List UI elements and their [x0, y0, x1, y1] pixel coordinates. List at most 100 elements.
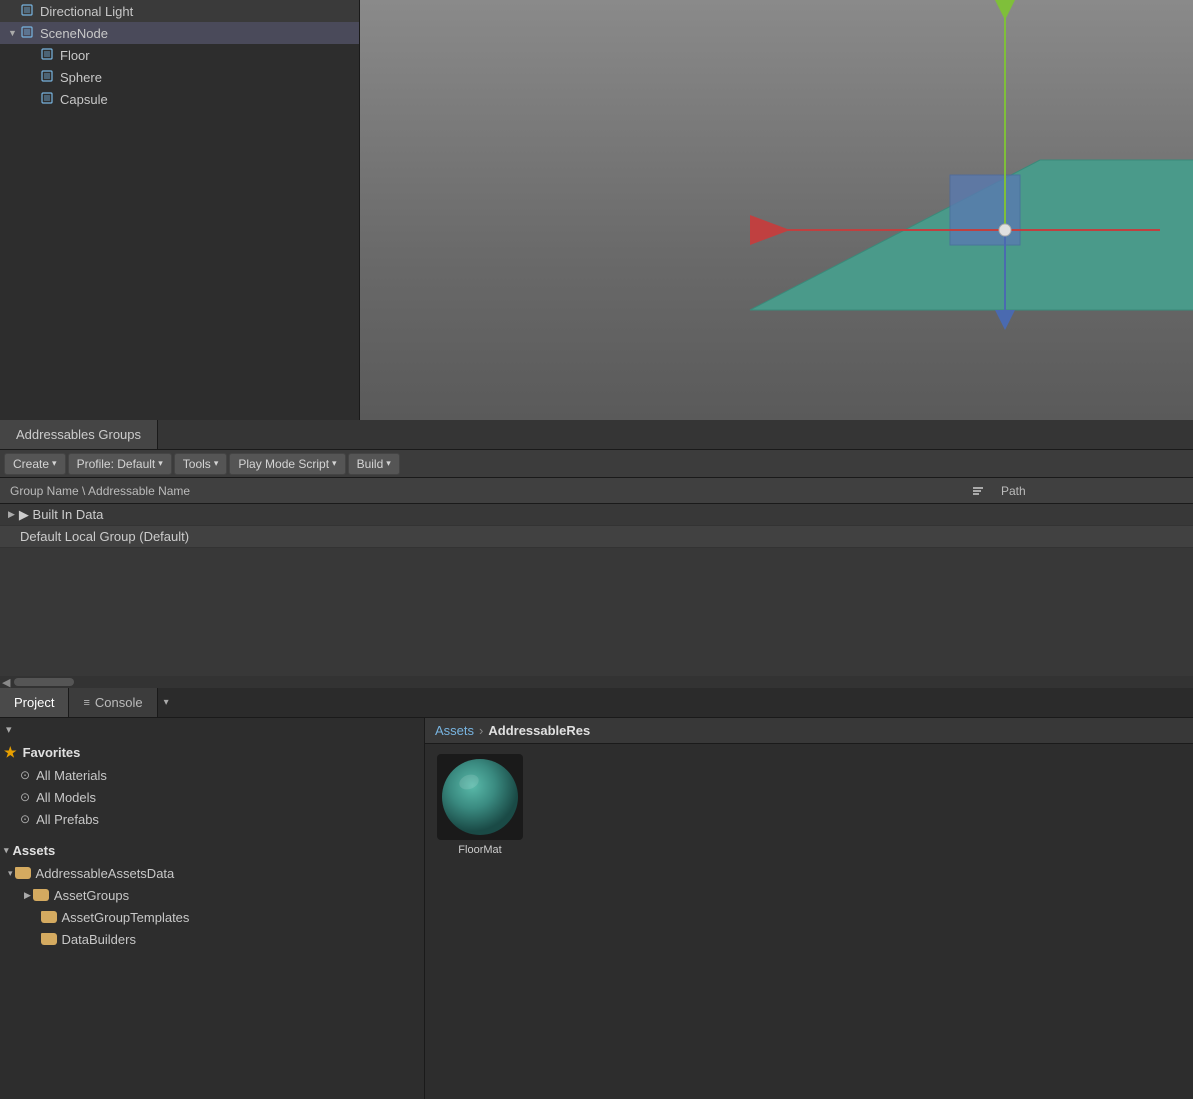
folder-icon-groups: [33, 889, 49, 901]
horizontal-scrollbar[interactable]: ◀: [0, 676, 1193, 688]
profile-arrow-icon: ▾: [158, 458, 163, 469]
hierarchy-panel: Directional Light ▼ SceneNode Floor: [0, 0, 360, 420]
cube-icon-4: [40, 69, 56, 85]
addressable-assets-data-label: AddressableAssetsData: [36, 866, 175, 881]
no-arrow-3: [28, 94, 40, 104]
no-arrow-2: [28, 72, 40, 82]
floor-mat-asset[interactable]: FloorMat: [435, 754, 525, 856]
col-icon-header: [963, 484, 993, 498]
cube-icon: [20, 3, 36, 19]
data-builders-label: DataBuilders: [62, 932, 136, 947]
asset-grid: FloorMat: [425, 744, 1193, 1099]
default-local-group-row[interactable]: Default Local Group (Default): [0, 526, 1193, 548]
col-name-header: Group Name \ Addressable Name: [0, 484, 963, 498]
hierarchy-item-label-5: Capsule: [60, 92, 108, 107]
scroll-left-arrow[interactable]: ◀: [2, 676, 10, 689]
hierarchy-item-floor[interactable]: Floor: [0, 44, 359, 66]
create-button[interactable]: Create ▾: [4, 453, 66, 475]
tools-button[interactable]: Tools ▾: [174, 453, 228, 475]
all-models-label: All Models: [36, 790, 96, 805]
cube-icon-2: [20, 25, 36, 41]
sidebar-dropdown-toggle[interactable]: ▾: [0, 718, 424, 740]
addressables-area: Addressables Groups Create ▾ Profile: De…: [0, 420, 1193, 688]
search-icon-materials: ⊙: [20, 768, 30, 782]
hierarchy-item-label: Directional Light: [40, 4, 133, 19]
asset-content-area: Assets › AddressableRes: [425, 718, 1193, 1099]
build-arrow-icon: ▾: [386, 458, 391, 469]
create-arrow-icon: ▾: [52, 458, 57, 469]
folder-expand-arrow: ▾: [8, 868, 13, 879]
hierarchy-item-capsule[interactable]: Capsule: [0, 88, 359, 110]
folder-icon-databuilders: [41, 933, 57, 945]
hierarchy-item-label-2: SceneNode: [40, 26, 108, 41]
profile-button[interactable]: Profile: Default ▾: [68, 453, 172, 475]
all-materials-label: All Materials: [36, 768, 107, 783]
play-mode-button[interactable]: Play Mode Script ▾: [229, 453, 345, 475]
expand-arrow-icon: ▼: [8, 28, 20, 38]
asset-group-templates-item[interactable]: AssetGroupTemplates: [0, 906, 424, 928]
col-path-header: Path: [993, 484, 1193, 498]
scene-view[interactable]: [360, 0, 1193, 420]
play-mode-arrow-icon: ▾: [332, 458, 337, 469]
expand-arrow-built-in: ▶: [8, 509, 15, 520]
console-tab[interactable]: ≡ Console: [69, 688, 157, 717]
all-prefabs-label: All Prefabs: [36, 812, 99, 827]
breadcrumb-current: AddressableRes: [488, 723, 590, 738]
breadcrumb-root[interactable]: Assets: [435, 723, 474, 738]
floor-mat-preview-svg: [437, 754, 523, 840]
breadcrumb-arrow-icon: ›: [479, 723, 483, 738]
assets-header: ▾ Assets: [0, 838, 424, 862]
built-in-data-row[interactable]: ▶ ▶ Built In Data: [0, 504, 1193, 526]
bottom-area: Project ≡ Console ▾ ▾ ★ Favorites ⊙ All …: [0, 688, 1193, 1099]
data-builders-item[interactable]: DataBuilders: [0, 928, 424, 950]
star-icon: ★: [4, 744, 17, 761]
addressables-toolbar: Create ▾ Profile: Default ▾ Tools ▾ Play…: [0, 450, 1193, 478]
scrollbar-thumb[interactable]: [14, 678, 74, 686]
asset-group-templates-label: AssetGroupTemplates: [62, 910, 190, 925]
tab-dropdown-button[interactable]: ▾: [158, 688, 175, 717]
hierarchy-item-label-4: Sphere: [60, 70, 102, 85]
assetgroups-arrow: ▶: [24, 890, 31, 901]
project-area: ▾ ★ Favorites ⊙ All Materials ⊙ All Mode…: [0, 718, 1193, 1099]
cube-icon-3: [40, 47, 56, 63]
folder-icon-addr: [15, 867, 31, 879]
addressables-tab[interactable]: Addressables Groups: [0, 420, 158, 449]
asset-groups-label: AssetGroups: [54, 888, 129, 903]
hierarchy-item-sphere[interactable]: Sphere: [0, 66, 359, 88]
build-button[interactable]: Build ▾: [348, 453, 400, 475]
databuilders-arrow: [36, 934, 39, 944]
build-label: Build: [357, 457, 384, 471]
col-name-label: Group Name \ Addressable Name: [10, 484, 190, 498]
console-tab-label: Console: [95, 695, 143, 710]
tools-label: Tools: [183, 457, 211, 471]
console-tab-icon: ≡: [83, 697, 89, 709]
addressables-header-row: Group Name \ Addressable Name Path: [0, 478, 1193, 504]
arrow-icon: [8, 6, 20, 16]
hierarchy-item-label-3: Floor: [60, 48, 90, 63]
scene-svg: [360, 0, 1193, 420]
col-path-label: Path: [1001, 484, 1026, 498]
hierarchy-item-directional-light[interactable]: Directional Light: [0, 0, 359, 22]
built-in-data-label: ▶ Built In Data: [19, 507, 103, 523]
project-sidebar: ▾ ★ Favorites ⊙ All Materials ⊙ All Mode…: [0, 718, 425, 1099]
asset-groups-item[interactable]: ▶ AssetGroups: [0, 884, 424, 906]
all-models-item[interactable]: ⊙ All Models: [0, 786, 424, 808]
folder-icon-templates: [41, 911, 57, 923]
templates-arrow: [36, 912, 39, 922]
addressables-spacer: [0, 548, 1193, 676]
assets-expand-arrow-icon: ▾: [4, 845, 9, 856]
cube-icon-5: [40, 91, 56, 107]
hierarchy-item-scenenode[interactable]: ▼ SceneNode: [0, 22, 359, 44]
assets-label: Assets: [13, 843, 56, 858]
tools-arrow-icon: ▾: [214, 458, 219, 469]
all-prefabs-item[interactable]: ⊙ All Prefabs: [0, 808, 424, 830]
addressable-assets-data-item[interactable]: ▾ AddressableAssetsData: [0, 862, 424, 884]
project-tab[interactable]: Project: [0, 688, 69, 717]
asset-breadcrumb: Assets › AddressableRes: [425, 718, 1193, 744]
addressables-tab-label: Addressables Groups: [16, 427, 141, 442]
floor-mat-thumbnail: [437, 754, 523, 840]
all-materials-item[interactable]: ⊙ All Materials: [0, 764, 424, 786]
assets-section: ▾ Assets ▾ AddressableAssetsData ▶ Asset…: [0, 838, 424, 950]
default-local-group-label: Default Local Group (Default): [20, 529, 189, 544]
search-icon-models: ⊙: [20, 790, 30, 804]
